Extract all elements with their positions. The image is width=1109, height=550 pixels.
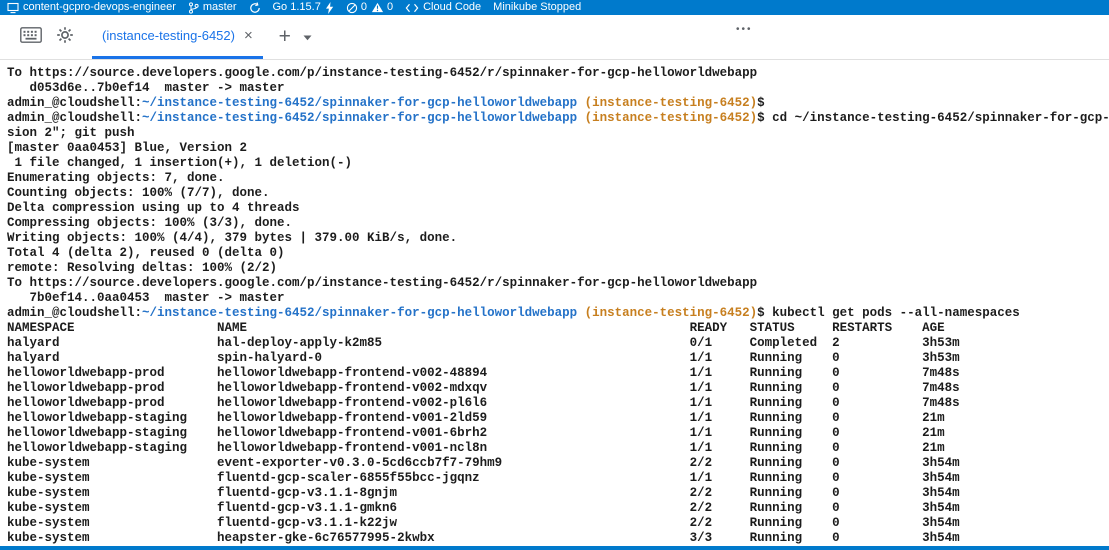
terminal-line: To https://source.developers.google.com/…: [7, 276, 1109, 291]
cloud-shell-session-icon: [7, 2, 19, 14]
terminal-line: kube-system fluentd-gcp-v3.1.1-k22jw 2/2…: [7, 516, 1109, 531]
terminal-line: 7b0ef14..0aa0453 master -> master: [7, 291, 1109, 306]
sync-status-item[interactable]: [249, 2, 261, 14]
chevron-down-icon: [303, 28, 312, 46]
terminal-settings-button[interactable]: [48, 20, 82, 54]
terminal-line: kube-system fluentd-gcp-v3.1.1-gmkn6 2/2…: [7, 501, 1109, 516]
minikube-status-item[interactable]: Minikube Stopped: [493, 0, 581, 15]
tab-label: (instance-testing-6452): [102, 28, 235, 43]
top-status-bar: content-gcpro-devops-engineer master Go …: [0, 0, 1109, 15]
terminal-line: 1 file changed, 1 insertion(+), 1 deleti…: [7, 156, 1109, 171]
cloud-code-status-item[interactable]: Cloud Code: [405, 0, 481, 15]
project-status-item[interactable]: content-gcpro-devops-engineer: [7, 0, 176, 15]
terminal-line: halyard spin-halyard-0 1/1 Running 0 3h5…: [7, 351, 1109, 366]
terminal-buffer: To https://source.developers.google.com/…: [7, 66, 1109, 546]
cloud-code-label: Cloud Code: [423, 0, 481, 15]
terminal-line: NAMESPACE NAME READY STATUS RESTARTS AGE: [7, 321, 1109, 336]
terminal-line: Compressing objects: 100% (3/3), done.: [7, 216, 1109, 231]
terminal-line: remote: Resolving deltas: 100% (2/2): [7, 261, 1109, 276]
terminal-line: helloworldwebapp-prod helloworldwebapp-f…: [7, 381, 1109, 396]
error-count-label: 0: [361, 0, 367, 15]
terminal-line: kube-system fluentd-gcp-v3.1.1-8gnjm 2/2…: [7, 486, 1109, 501]
terminal-line: d053d6e..7b0ef14 master -> master: [7, 81, 1109, 96]
terminal-output[interactable]: To https://source.developers.google.com/…: [0, 60, 1109, 550]
terminal-line: kube-system event-exporter-v0.3.0-5cd6cc…: [7, 456, 1109, 471]
refresh-icon: [249, 2, 261, 14]
terminal-line: Delta compression using up to 4 threads: [7, 201, 1109, 216]
minikube-status-label: Minikube Stopped: [493, 0, 581, 15]
terminal-line: kube-system fluentd-gcp-scaler-6855f55bc…: [7, 471, 1109, 486]
project-name-label: content-gcpro-devops-engineer: [23, 0, 176, 15]
problems-status-item[interactable]: 0 0: [346, 0, 393, 15]
code-brackets-icon: [405, 3, 419, 13]
keyboard-icon: [20, 27, 42, 48]
warning-count-label: 0: [387, 0, 393, 15]
terminal-line: Counting objects: 100% (7/7), done.: [7, 186, 1109, 201]
branch-name-label: master: [203, 0, 237, 15]
panel-more-button[interactable]: •••: [736, 24, 753, 35]
terminal-line: sion 2"; git push: [7, 126, 1109, 141]
bottom-status-bar: [0, 546, 1109, 550]
terminal-line: helloworldwebapp-prod helloworldwebapp-f…: [7, 366, 1109, 381]
terminal-line: helloworldwebapp-staging helloworldwebap…: [7, 411, 1109, 426]
terminal-tab-bar: (instance-testing-6452) × + •••: [0, 15, 1109, 60]
go-version-label: Go 1.15.7: [273, 0, 321, 15]
terminal-line: helloworldwebapp-prod helloworldwebapp-f…: [7, 396, 1109, 411]
error-circle-icon: [346, 2, 358, 14]
terminal-line: Enumerating objects: 7, done.: [7, 171, 1109, 186]
terminal-line: Writing objects: 100% (4/4), 379 bytes |…: [7, 231, 1109, 246]
git-branch-icon: [188, 2, 199, 14]
tab-instance-testing-6452[interactable]: (instance-testing-6452) ×: [92, 15, 263, 59]
terminal-line: helloworldwebapp-staging helloworldwebap…: [7, 426, 1109, 441]
terminal-line: admin_@cloudshell:~/instance-testing-645…: [7, 111, 1109, 126]
tab-menu-caret[interactable]: [299, 20, 317, 54]
keyboard-shortcuts-button[interactable]: [14, 20, 48, 54]
terminal-line: [master 0aa0453] Blue, Version 2: [7, 141, 1109, 156]
terminal-line: admin_@cloudshell:~/instance-testing-645…: [7, 306, 1109, 321]
terminal-line: halyard hal-deploy-apply-k2m85 0/1 Compl…: [7, 336, 1109, 351]
tab-close-button[interactable]: ×: [244, 28, 253, 43]
terminal-line: kube-system heapster-gke-6c76577995-2kwb…: [7, 531, 1109, 546]
lightning-icon: [325, 2, 334, 14]
terminal-line: To https://source.developers.google.com/…: [7, 66, 1109, 81]
new-tab-button[interactable]: +: [273, 20, 297, 54]
gear-icon: [55, 25, 75, 50]
terminal-line: admin_@cloudshell:~/instance-testing-645…: [7, 96, 1109, 111]
git-branch-status-item[interactable]: master: [188, 0, 237, 15]
terminal-line: Total 4 (delta 2), reused 0 (delta 0): [7, 246, 1109, 261]
go-version-status-item[interactable]: Go 1.15.7: [273, 0, 334, 15]
warning-triangle-icon: [371, 2, 384, 13]
terminal-line: helloworldwebapp-staging helloworldwebap…: [7, 441, 1109, 456]
